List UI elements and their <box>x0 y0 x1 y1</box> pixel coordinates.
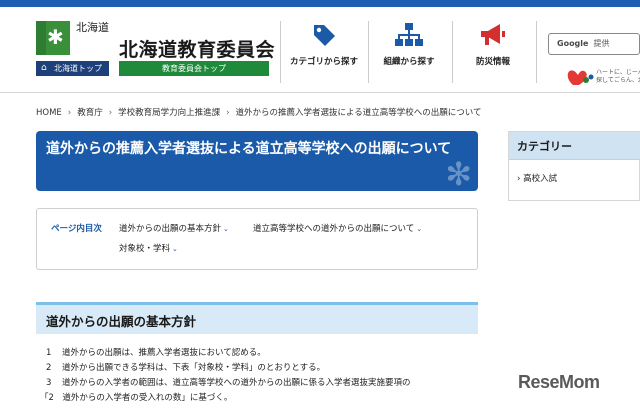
line-text: 道外から出願できる学科は、下表「対象校・学科」のとおりとする。 <box>62 363 326 373</box>
nav-category-label: カテゴリから探す <box>289 57 358 67</box>
org-chart-icon <box>395 23 423 46</box>
pref-label: 北海道 <box>76 21 109 34</box>
toc-link-target-schools[interactable]: 対象校・学科 ⌄ <box>119 242 178 254</box>
nav-disaster-label: 防災情報 <box>475 57 510 67</box>
breadcrumb-chevron-icon: › <box>108 108 113 118</box>
top-accent-bar <box>0 0 640 7</box>
nav-org-label: 組織から探す <box>383 57 435 67</box>
hokkaido-top-button[interactable]: ⌂ 北海道トップ <box>36 61 109 76</box>
site-title[interactable]: 北海道教育委員会 <box>119 35 275 62</box>
breadcrumb-chevron-icon: › <box>67 108 72 118</box>
tag-icon <box>314 25 335 46</box>
hokkaido-emblem-icon[interactable] <box>36 21 70 55</box>
line-number: 3 <box>46 378 52 388</box>
policy-line: 1 道外からの出願は、推薦入学者選抜において認める。 <box>46 346 266 358</box>
toc-link-text: 道立高等学校への道外からの出願について <box>253 224 415 234</box>
line-number: 1 <box>46 348 52 358</box>
nav-disaster-info[interactable]: 防災情報 <box>458 21 528 81</box>
breadcrumb-bureau[interactable]: 教育庁 <box>77 106 103 118</box>
section-title: 道外からの出願の基本方針 <box>46 314 197 329</box>
line-number: 2 <box>46 363 52 373</box>
nav-divider <box>280 21 281 83</box>
resemom-watermark: ReseMom <box>518 372 600 392</box>
chevron-down-icon: ⌄ <box>172 245 178 253</box>
google-search-input[interactable]: Google 提供 <box>548 33 640 55</box>
hokkaido-top-label: 北海道トップ <box>54 64 102 73</box>
heart-slogan-line-1: ハートに、じーん <box>596 69 640 76</box>
toc-link-application[interactable]: 道立高等学校への道外からの出願について ⌄ <box>253 222 422 234</box>
policy-line: 2 道外から出願できる学科は、下表「対象校・学科」のとおりとする。 <box>46 361 325 373</box>
snowflake-icon: ✻ <box>445 155 472 191</box>
heart-slogan-line-2: 探してごらん、北 <box>596 77 640 84</box>
breadcrumb-division[interactable]: 学校教育局学力向上推進課 <box>118 106 220 118</box>
category-heading-bar: カテゴリー <box>509 132 640 160</box>
line-text: 道外からの出願は、推薦入学者選抜において認める。 <box>62 348 266 358</box>
nav-divider <box>536 21 537 83</box>
toc-link-text: 道外からの出願の基本方針 <box>119 224 222 234</box>
search-placeholder: 提供 <box>593 39 610 48</box>
category-item-high-school-entrance[interactable]: › 高校入試 <box>517 172 557 184</box>
toc-label: ページ内目次 <box>51 224 102 234</box>
category-item-label: 高校入試 <box>523 174 558 184</box>
nav-divider <box>368 21 369 83</box>
policy-line: 3 道外からの入学者の範囲は、道立高等学校への道外からの出願に係る入学者選抜実施要… <box>46 376 411 388</box>
line-text: 道外からの入学者の範囲は、道立高等学校への道外からの出願に係る入学者選抜実施要項… <box>62 378 411 388</box>
toc-link-basic-policy[interactable]: 道外からの出願の基本方針 ⌄ <box>119 222 229 234</box>
breadcrumb: HOME › 教育庁 › 学校教育局学力向上推進課 › 道外からの推薦入学者選抜による道立高… <box>36 106 482 118</box>
section-heading: 道外からの出願の基本方針 <box>36 302 478 334</box>
chevron-down-icon: ⌄ <box>223 225 229 233</box>
heart-slogan: ハートに、じーん 探してごらん、北 <box>596 69 640 85</box>
line-text: 「2 道外からの入学者の受入れの数」に基づく。 <box>40 393 233 403</box>
page-title: 道外からの推薦入学者選抜による道立高等学校への出願について <box>46 141 452 157</box>
home-icon: ⌂ <box>41 63 47 73</box>
breadcrumb-chevron-icon: › <box>226 108 230 118</box>
site-header: 北海道 ⌂ 北海道トップ 北海道教育委員会 教育委員会トップ カテゴリから探す … <box>0 7 640 93</box>
page-toc: ページ内目次 道外からの出願の基本方針 ⌄ 道立高等学校への道外からの出願について… <box>36 208 478 270</box>
policy-line-continued: 「2 道外からの入学者の受入れの数」に基づく。 <box>40 391 232 403</box>
nav-category-search[interactable]: カテゴリから探す <box>284 21 364 81</box>
megaphone-icon <box>481 24 505 45</box>
chevron-down-icon: ⌄ <box>416 225 423 233</box>
breadcrumb-home[interactable]: HOME <box>36 108 62 118</box>
category-heading: カテゴリー <box>517 140 572 153</box>
board-top-button[interactable]: 教育委員会トップ <box>119 61 269 76</box>
nav-divider <box>452 21 453 83</box>
nav-org-search[interactable]: 組織から探す <box>372 21 446 81</box>
category-sidebar: カテゴリー › 高校入試 <box>508 131 640 201</box>
page-title-banner: 道外からの推薦入学者選抜による道立高等学校への出願について ✻ <box>36 131 478 191</box>
google-brand: Google <box>557 39 589 48</box>
toc-link-text: 対象校・学科 <box>119 244 171 254</box>
heart-logo-icon[interactable] <box>566 65 594 87</box>
breadcrumb-current: 道外からの推薦入学者選抜による道立高等学校への出願について <box>235 108 482 118</box>
